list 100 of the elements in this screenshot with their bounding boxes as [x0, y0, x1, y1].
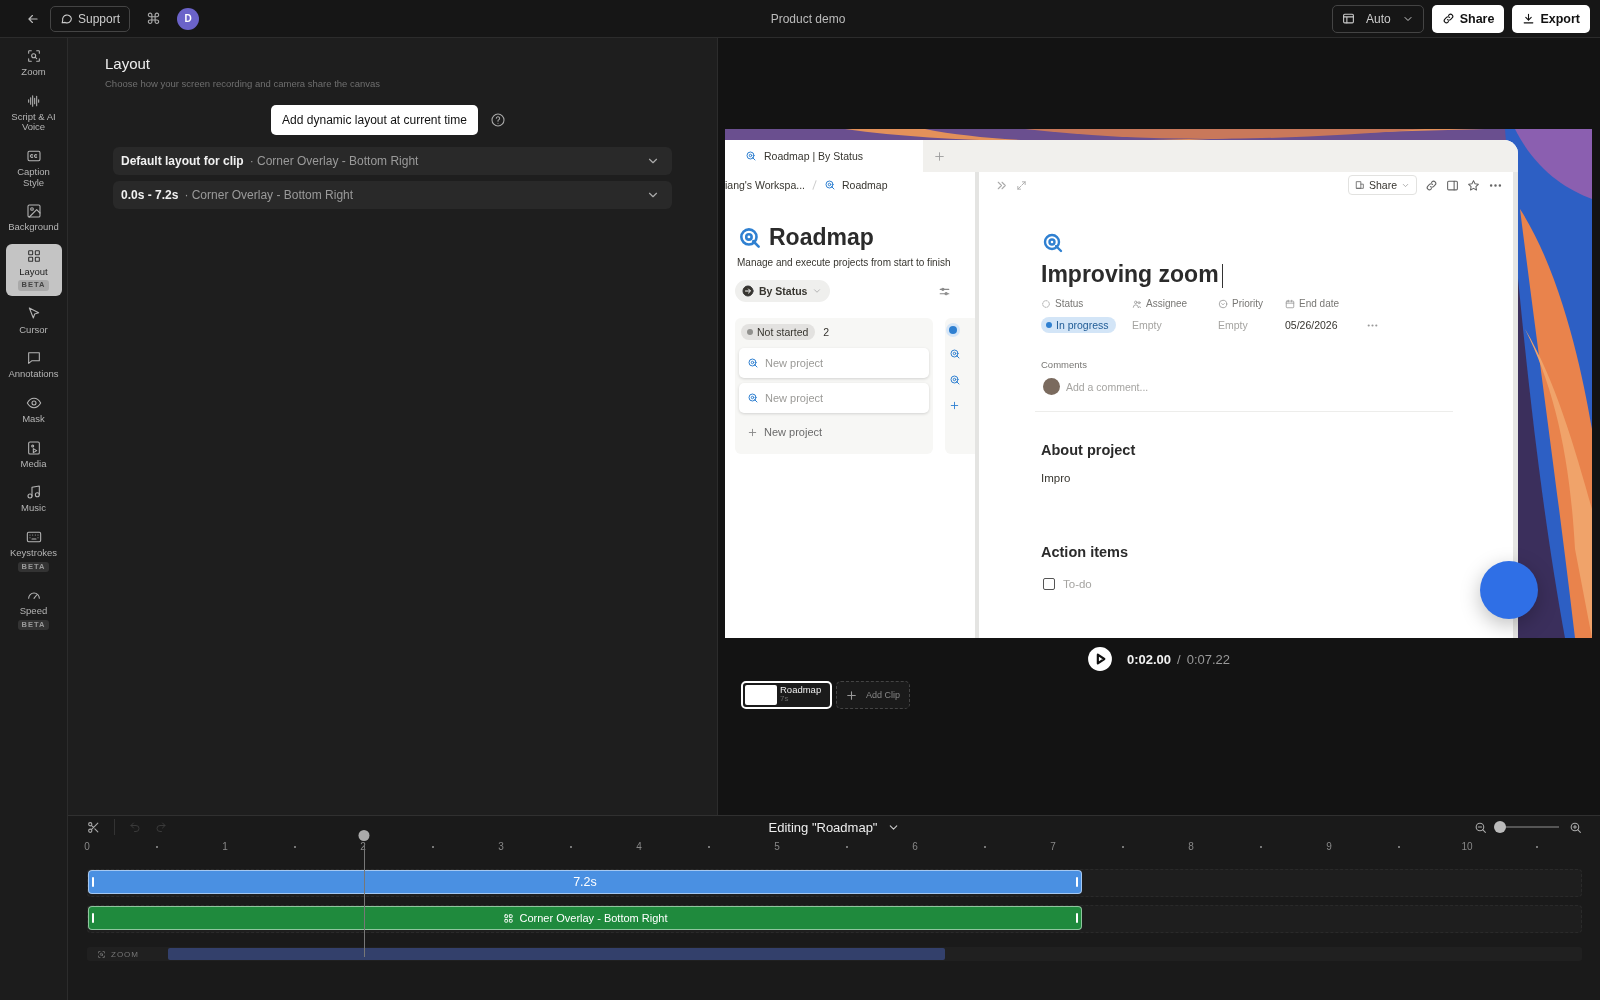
- sidebar-item[interactable]: Background: [5, 199, 62, 238]
- layout-row[interactable]: Default layout for clip · Corner Overlay - Bottom Right: [113, 147, 672, 175]
- row-value: · Corner Overlay - Bottom Right: [184, 188, 355, 202]
- panel-title: Layout: [105, 55, 152, 72]
- current-time: 0:02.00: [1126, 651, 1172, 667]
- waveform-icon: [25, 92, 42, 109]
- layout-row[interactable]: 0.0s - 7.2s · Corner Overlay - Bottom Right: [113, 181, 672, 209]
- avatar[interactable]: D: [177, 7, 200, 30]
- section-text: Impro: [1041, 472, 1072, 484]
- sidebar-item[interactable]: Caption Style: [5, 143, 62, 194]
- sidebar-label: Media: [20, 458, 47, 470]
- zoom-in-icon[interactable]: [1569, 820, 1582, 834]
- breadcrumb-link[interactable]: Roadmap: [842, 179, 888, 191]
- group-tag: Not started: [741, 324, 816, 340]
- slider-thumb[interactable]: [1494, 821, 1507, 833]
- text-cursor: [1221, 264, 1224, 288]
- music-note-icon: [25, 484, 42, 501]
- property-label: Assignee: [1146, 298, 1188, 309]
- sidebar-item[interactable]: Annotations: [5, 346, 62, 385]
- ruler-label: 8: [1188, 841, 1194, 854]
- breadcrumb-link[interactable]: iang's Workspa...: [725, 179, 805, 191]
- checkbox[interactable]: [1043, 578, 1055, 590]
- ruler-label: 7: [1050, 841, 1056, 854]
- timeline-title[interactable]: Editing "Roadmap": [768, 819, 901, 835]
- sidebar-label: Annotations: [8, 369, 59, 380]
- sidebar-label: Cursor: [19, 324, 48, 336]
- people-icon: [1132, 298, 1142, 309]
- zoom-icon: [97, 949, 106, 959]
- section-heading: About project: [1041, 442, 1137, 458]
- row-label: 0.0s - 7.2s: [121, 188, 179, 202]
- download-icon: [1522, 12, 1536, 25]
- browser-tab[interactable]: Roadmap | By Status: [725, 140, 924, 172]
- playhead-handle[interactable]: [358, 830, 370, 841]
- track-label: ZOOM: [111, 949, 139, 959]
- layout-icon: [1341, 12, 1355, 25]
- ruler-label: 10: [1461, 841, 1473, 854]
- star-icon[interactable]: [1467, 178, 1480, 192]
- link-icon: [1441, 12, 1455, 25]
- chat-icon: [60, 12, 73, 25]
- property-label: Priority: [1232, 298, 1264, 309]
- scissors-icon[interactable]: [87, 820, 100, 834]
- sidebar-label: Script & AI Voice: [10, 111, 57, 133]
- sidebar-label: Music: [21, 503, 46, 514]
- sidebar-item[interactable]: Music: [5, 480, 62, 519]
- time-separator: /: [1177, 651, 1181, 667]
- new-project-button[interactable]: New project: [739, 418, 929, 446]
- export-button[interactable]: Export: [1512, 4, 1590, 33]
- sidebar-item[interactable]: Media: [5, 435, 62, 475]
- status-dot: [747, 329, 753, 335]
- target-icon: [745, 150, 757, 162]
- ruler-label: 9: [1326, 841, 1332, 854]
- ruler-label: 1: [222, 841, 228, 854]
- view-tab[interactable]: By Status: [735, 280, 831, 302]
- add-clip-button[interactable]: Add Clip: [836, 681, 910, 709]
- property-value[interactable]: 05/26/2026: [1285, 319, 1366, 331]
- sidebar-item[interactable]: Mask: [5, 391, 62, 430]
- sidebar-item[interactable]: Script & AI Voice: [5, 88, 62, 138]
- link-icon[interactable]: [1425, 178, 1438, 192]
- layout-bar[interactable]: Corner Overlay - Bottom Right: [88, 906, 1082, 930]
- sidebar-item[interactable]: Cursor: [5, 301, 62, 341]
- clip-card[interactable]: Roadmap 7s: [741, 681, 832, 709]
- add-layout-button[interactable]: Add dynamic layout at current time: [271, 105, 478, 135]
- support-button[interactable]: Support: [50, 5, 131, 32]
- ruler-label: 6: [912, 841, 918, 854]
- play-button[interactable]: [1086, 646, 1113, 672]
- ruler-label: 3: [498, 841, 504, 854]
- clip-name: Roadmap: [780, 685, 822, 696]
- database-title: Roadmap: [769, 224, 874, 251]
- caret-icon: [812, 286, 823, 296]
- target-icon: [824, 179, 836, 191]
- sidebar-item[interactable]: Zoom: [5, 44, 62, 83]
- help-icon[interactable]: [489, 112, 506, 128]
- share-button[interactable]: Share: [1347, 175, 1417, 195]
- sidebar-label: Background: [8, 222, 59, 233]
- zoom-out-icon[interactable]: [1474, 820, 1487, 834]
- image-icon: [25, 203, 42, 220]
- shortcut-key[interactable]: ⌘: [146, 9, 162, 28]
- side-panel-icon[interactable]: [1446, 178, 1459, 192]
- clip-thumbnail: [745, 685, 777, 705]
- comments-label: Comments: [1041, 359, 1088, 370]
- grid-icon: [25, 247, 42, 264]
- sidebar-label: Layout: [19, 266, 48, 278]
- clip-duration: 7s: [780, 695, 789, 705]
- play-icon: [1086, 646, 1113, 672]
- target-icon: [949, 348, 961, 360]
- layout-select[interactable]: Auto: [1331, 4, 1424, 33]
- ruler-label: 5: [774, 841, 780, 854]
- target-icon: [1041, 231, 1065, 255]
- target-icon: [747, 357, 759, 369]
- sidebar-label: Zoom: [21, 67, 46, 78]
- target-icon: [949, 374, 961, 386]
- property-label: End date: [1299, 298, 1340, 309]
- arrow-circle-icon: [742, 285, 754, 297]
- window-title: Product demo: [770, 11, 846, 26]
- eye-icon: [25, 395, 42, 411]
- total-duration: 0:07.22: [1186, 651, 1231, 667]
- status-tag[interactable]: In progress: [1041, 317, 1116, 333]
- grid-icon: [502, 912, 514, 924]
- share-button[interactable]: Share: [1431, 4, 1505, 33]
- status-dot: [949, 326, 957, 334]
